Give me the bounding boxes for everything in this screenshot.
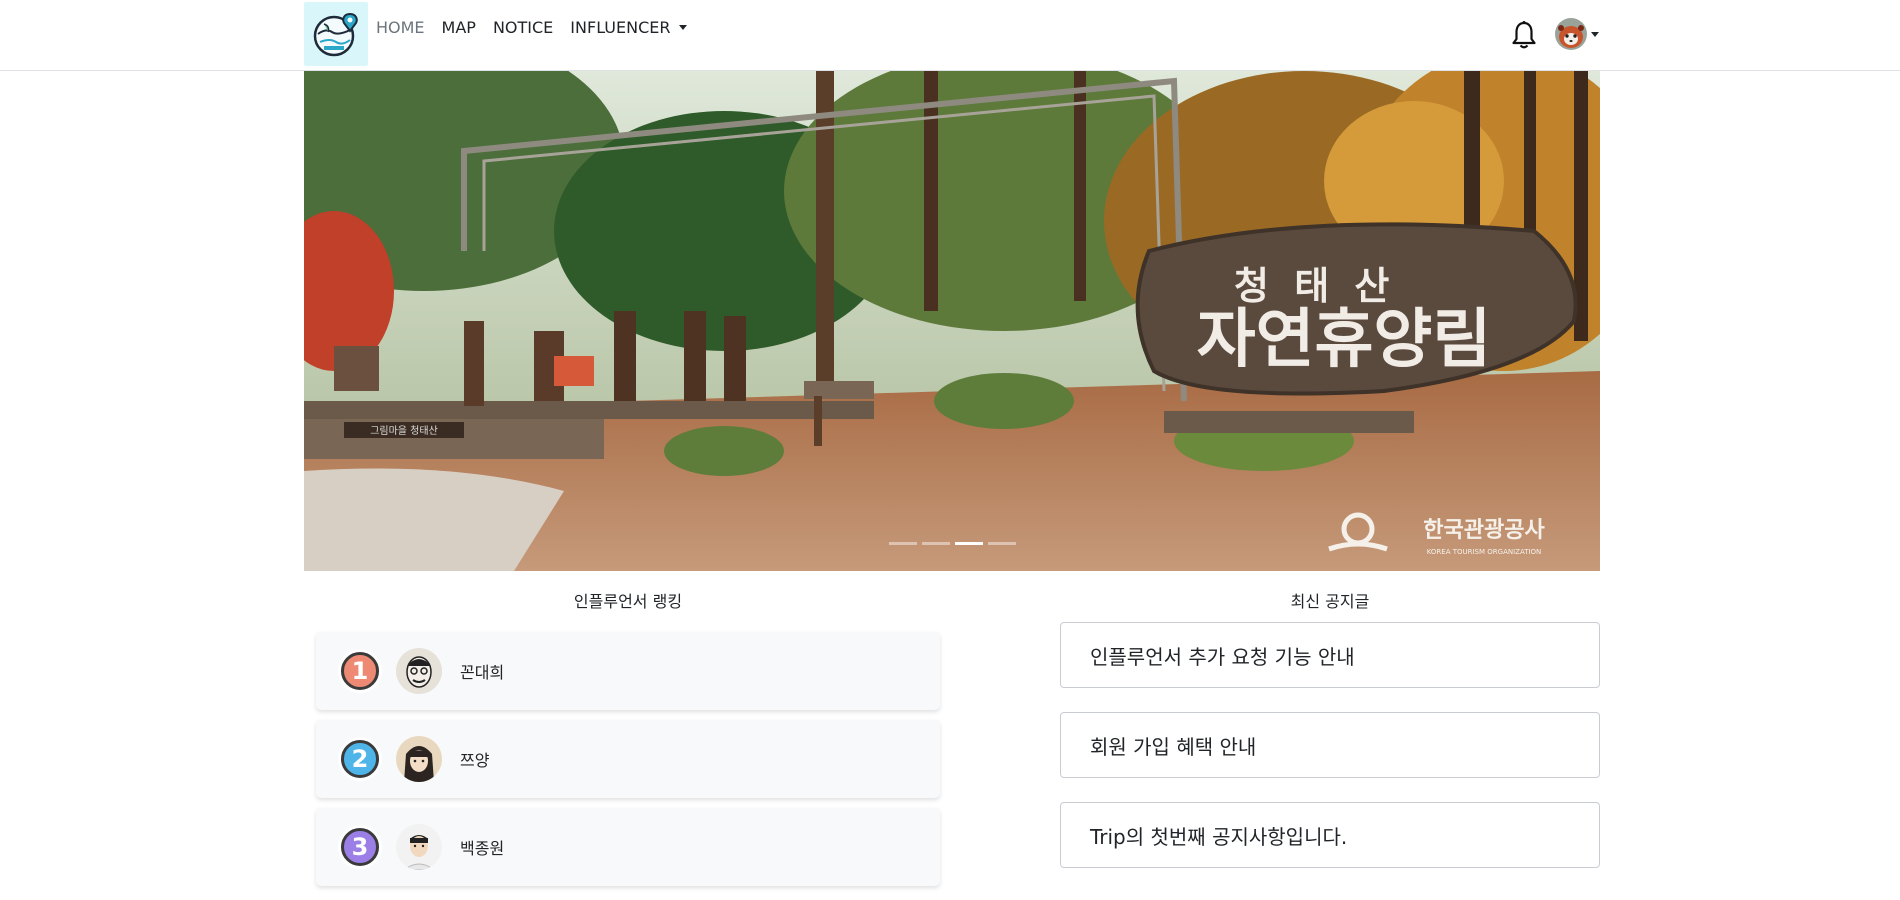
carousel-indicator-2[interactable] (921, 542, 950, 545)
nav-home-link[interactable]: HOME (376, 18, 425, 37)
ranking-title: 인플루언서 랭킹 (573, 592, 683, 611)
carousel-indicator-4[interactable] (987, 542, 1016, 545)
caret-down-icon (1591, 31, 1599, 37)
hero-image: 그림마을 청태산 청 태 산 자연휴양림 한국관광공사 KOREA TOURIS… (304, 71, 1600, 571)
influencer-name: 백종원 (460, 839, 505, 858)
ranking-item[interactable]: 3 백종원 (316, 808, 940, 886)
rank-number: 1 (341, 652, 379, 690)
nav-influencer-label: INFLUENCER (570, 17, 671, 37)
carousel-indicators (304, 542, 1600, 545)
influencer-name: 쯔양 (460, 751, 490, 770)
avatar (396, 736, 442, 782)
notice-item[interactable]: Trip의 첫번째 공지사항입니다. (1060, 802, 1600, 868)
notice-title: 회원 가입 혜택 안내 (1090, 734, 1257, 759)
avatar (396, 824, 442, 870)
ranking-item[interactable]: 2 쯔양 (316, 720, 940, 798)
rank-1-medal-icon: 1 (338, 649, 382, 693)
ranking-item[interactable]: 1 꼰대희 (316, 632, 940, 710)
hero-sign-line2: 자연휴양림 (1197, 303, 1491, 377)
rank-number: 2 (341, 740, 379, 778)
notices-title: 최신 공지글 (1290, 592, 1370, 611)
influencer-name: 꼰대희 (460, 663, 505, 682)
carousel-indicator-1[interactable] (888, 542, 917, 545)
notice-title: Trip의 첫번째 공지사항입니다. (1090, 824, 1348, 849)
notice-title: 인플루언서 추가 요청 기능 안내 (1090, 644, 1355, 669)
top-navbar: HOME MAP NOTICE INFLUENCER (0, 0, 1900, 71)
hero-plaque-text: 그림마을 청태산 (370, 425, 438, 437)
hero-watermark-en: KOREA TOURISM ORGANIZATION (1427, 548, 1542, 556)
avatar (1555, 18, 1587, 50)
hero-watermark-ko: 한국관광공사 (1423, 518, 1545, 543)
nav-map-link[interactable]: MAP (442, 18, 476, 37)
bell-icon[interactable] (1510, 20, 1538, 50)
carousel-indicator-3[interactable] (954, 542, 983, 545)
avatar (396, 648, 442, 694)
notice-item[interactable]: 회원 가입 혜택 안내 (1060, 712, 1600, 778)
globe-logo-icon[interactable] (304, 2, 368, 66)
rank-3-medal-icon: 3 (338, 825, 382, 869)
user-menu-dropdown[interactable] (1555, 17, 1599, 51)
nav-influencer-dropdown[interactable]: INFLUENCER (570, 17, 687, 37)
rank-2-medal-icon: 2 (338, 737, 382, 781)
notice-item[interactable]: 인플루언서 추가 요청 기능 안내 (1060, 622, 1600, 688)
rank-number: 3 (341, 828, 379, 866)
hero-carousel[interactable]: 그림마을 청태산 청 태 산 자연휴양림 한국관광공사 KOREA TOURIS… (304, 71, 1600, 571)
nav-notice-link[interactable]: NOTICE (493, 18, 553, 37)
main-nav: HOME MAP NOTICE INFLUENCER (376, 16, 704, 38)
hero-sign-line1: 청 태 산 (1234, 264, 1395, 308)
caret-down-icon (678, 24, 687, 30)
